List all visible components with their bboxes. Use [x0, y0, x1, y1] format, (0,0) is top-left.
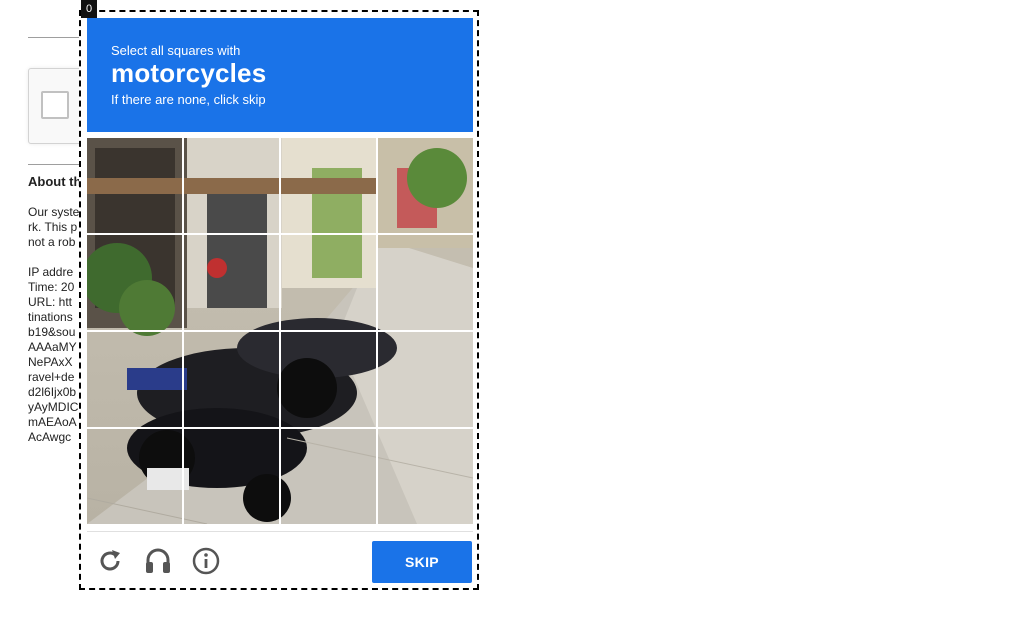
grid-tile[interactable] [87, 330, 184, 429]
skip-button[interactable]: SKIP [372, 541, 472, 583]
audio-icon[interactable] [143, 546, 173, 576]
url-line: d2l6Ijx0b [28, 385, 77, 399]
url-line: AAAaMY [28, 340, 77, 354]
grid-tile[interactable] [279, 427, 378, 524]
url-line: mAEAoA [28, 415, 77, 429]
reload-icon[interactable] [95, 546, 125, 576]
ip-address-line: IP addre [28, 265, 74, 279]
url-line: AcAwgc [28, 430, 72, 444]
grid-tile[interactable] [182, 427, 281, 524]
url-line: ravel+de [28, 370, 75, 384]
body-line: Our syste [28, 205, 80, 219]
grid-tile[interactable] [182, 233, 281, 332]
about-title: About th [28, 174, 82, 189]
grid-tile[interactable] [376, 427, 473, 524]
grid-tile[interactable] [376, 138, 473, 235]
url-line: b19&sou [28, 325, 76, 339]
body-line: not a rob [28, 235, 76, 249]
info-icon[interactable] [191, 546, 221, 576]
grid-tile[interactable] [279, 138, 378, 235]
instruction-suffix: If there are none, click skip [111, 92, 266, 107]
grid-tile[interactable] [279, 233, 378, 332]
grid-tile[interactable] [87, 427, 184, 524]
target-object-label: motorcycles [111, 58, 267, 88]
challenge-counter-badge: 0 [81, 0, 97, 18]
grid-tile[interactable] [182, 330, 281, 429]
body-line: rk. This p [28, 220, 78, 234]
url-line: URL: htt [28, 295, 73, 309]
grid-tile[interactable] [87, 233, 184, 332]
grid-tile[interactable] [376, 233, 473, 332]
url-line: NePAxX [28, 355, 73, 369]
challenge-footer: SKIP [87, 531, 473, 588]
challenge-header: Select all squares with motorcycles If t… [87, 18, 473, 132]
grid-tile[interactable] [376, 330, 473, 429]
url-line: tinations [28, 310, 73, 324]
grid-tile[interactable] [87, 138, 184, 235]
time-line: Time: 20 [28, 280, 75, 294]
image-grid [87, 138, 473, 524]
recaptcha-checkbox[interactable] [41, 91, 69, 119]
instruction-prefix: Select all squares with [111, 43, 241, 58]
url-line: yAyMDIC [28, 400, 79, 414]
grid-tile[interactable] [279, 330, 378, 429]
grid-tile[interactable] [182, 138, 281, 235]
